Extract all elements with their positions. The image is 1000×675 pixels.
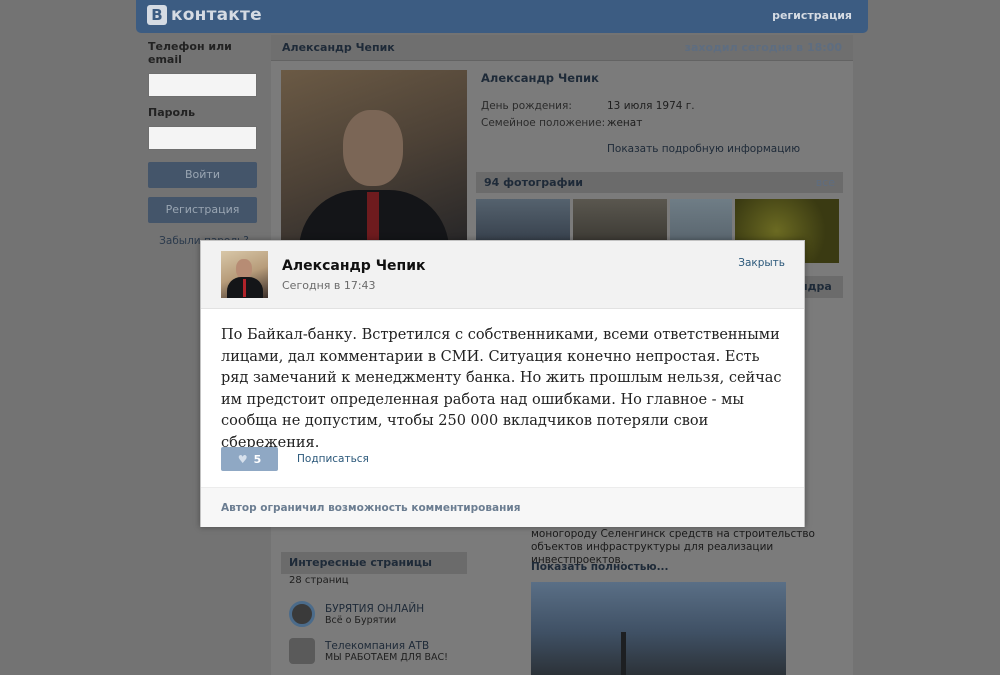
buryatia-online-logo-icon — [289, 601, 315, 627]
post-text: По Байкал-банку. Встретился с собственни… — [221, 327, 782, 451]
post-author[interactable]: Александр Чепик — [282, 258, 426, 274]
photos-all-link[interactable]: все — [816, 176, 835, 189]
birthday-label: День рождения: — [481, 100, 572, 112]
phone-label: Телефон или email — [148, 40, 232, 66]
post-modal: Александр Чепик Сегодня в 17:43 Закрыть … — [200, 240, 805, 527]
register-button[interactable]: Регистрация — [148, 197, 257, 223]
header-register-link[interactable]: регистрация — [772, 9, 852, 22]
post-date[interactable]: Сегодня в 17:43 — [282, 279, 376, 292]
list-item[interactable]: Телекомпания АТВ МЫ РАБОТАЕМ ДЛЯ ВАС! — [289, 638, 448, 664]
comments-disabled-notice: Автор ограничил возможность комментирова… — [221, 502, 521, 514]
family-row: Семейное положение: женат — [481, 117, 642, 129]
page-title: БУРЯТИЯ ОНЛАЙН — [325, 602, 425, 615]
family-label: Семейное положение: — [481, 117, 606, 129]
vk-logo[interactable]: В контакте — [147, 5, 262, 25]
like-button[interactable]: ♥ 5 — [221, 447, 278, 471]
page-subtitle: МЫ РАБОТАЕМ ДЛЯ ВАС! — [325, 651, 448, 663]
password-input[interactable] — [148, 126, 257, 150]
profile-header-name: Александр Чепик — [282, 41, 395, 54]
top-bar: В контакте регистрация — [136, 0, 868, 33]
login-button[interactable]: Войти — [148, 162, 257, 188]
last-seen-status: заходил сегодня в 18:00 — [684, 41, 842, 54]
family-value: женат — [607, 117, 643, 129]
show-full-link[interactable]: Показать полностью... — [531, 561, 669, 573]
close-button[interactable]: Закрыть — [738, 257, 785, 269]
profile-name: Александр Чепик — [481, 71, 599, 85]
subscribe-link[interactable]: Подписаться — [297, 453, 369, 465]
page-subtitle: Всё о Бурятии — [325, 614, 397, 626]
profile-header: Александр Чепик заходил сегодня в 18:00 — [271, 35, 853, 61]
photos-header[interactable]: 94 фотографии все — [476, 172, 843, 193]
password-label: Пароль — [148, 106, 196, 119]
like-count: 5 — [253, 452, 262, 466]
interesting-pages-count: 28 страниц — [289, 575, 349, 586]
post-modal-footer: Автор ограничил возможность комментирова… — [201, 487, 804, 527]
photos-title: 94 фотографии — [484, 176, 583, 189]
interesting-pages-header[interactable]: Интересные страницы — [281, 552, 467, 574]
page-title: Телекомпания АТВ — [325, 639, 430, 652]
birthday-row: День рождения: 13 июля 1974 г. — [481, 100, 695, 112]
list-item[interactable]: БУРЯТИЯ ОНЛАЙН Всё о Бурятии — [289, 601, 424, 627]
login-panel: Телефон или email Пароль Войти Регистрац… — [148, 40, 260, 247]
heart-icon: ♥ — [237, 452, 248, 466]
atv-logo-icon — [289, 638, 315, 664]
show-details-link[interactable]: Показать подробную информацию — [607, 143, 800, 155]
wall-post-image[interactable] — [531, 582, 786, 675]
phone-input[interactable] — [148, 73, 257, 97]
vk-logo-text: контакте — [171, 5, 262, 25]
birthday-value[interactable]: 13 июля 1974 г. — [607, 100, 695, 112]
post-modal-header: Александр Чепик Сегодня в 17:43 Закрыть — [201, 241, 804, 309]
avatar[interactable] — [221, 251, 268, 298]
vk-logo-icon: В — [147, 5, 167, 25]
